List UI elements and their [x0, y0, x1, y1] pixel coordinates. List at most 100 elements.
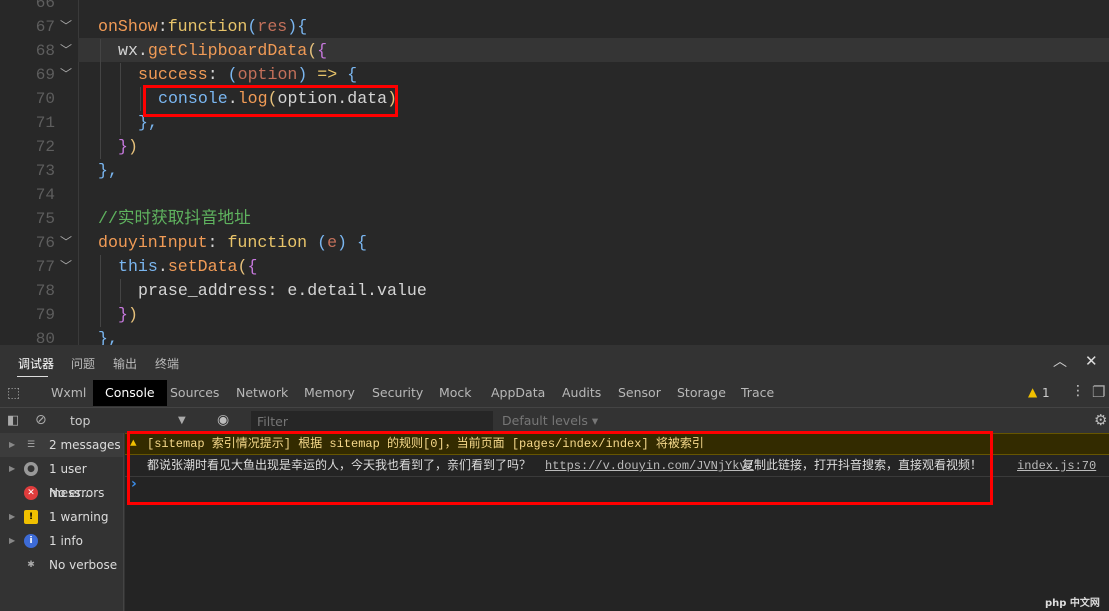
code-token: function	[167, 17, 248, 36]
source-link[interactable]: index.js:70	[1017, 455, 1096, 477]
code-token: //实时获取抖音地址	[98, 209, 251, 228]
line-number: 76	[35, 234, 55, 252]
tab-audits[interactable]: Audits	[550, 380, 613, 406]
sidebar-item[interactable]: ✕ No errors	[0, 481, 123, 505]
line-number: 79	[35, 306, 55, 324]
line-number: 75	[35, 210, 55, 228]
tab-memory[interactable]: Memory	[292, 380, 367, 406]
code-token: onShow	[98, 17, 158, 36]
code-token: {	[337, 65, 358, 84]
sidebar-item-label: 1 warning	[49, 510, 109, 524]
indent-guide	[100, 87, 101, 111]
tab-output[interactable]: 输出	[113, 355, 137, 372]
code-token: wx.	[118, 41, 148, 60]
sidebar-item-label: No verbose	[49, 558, 118, 572]
close-icon[interactable]: ✕	[1085, 352, 1098, 370]
clear-console-icon[interactable]: ⊘	[35, 408, 47, 433]
code-line: success: (option) => {	[138, 63, 357, 87]
warning-count[interactable]: 1	[1042, 386, 1050, 400]
log-levels-dropdown[interactable]: Default levels ▾	[502, 408, 598, 433]
sidebar-item[interactable]: ▶! 1 warning	[0, 505, 123, 529]
tab-debugger[interactable]: 调试器	[18, 355, 54, 372]
code-token: (	[247, 17, 258, 36]
code-token: },	[98, 161, 118, 180]
filter-input[interactable]	[251, 411, 493, 431]
code-token: ){	[287, 17, 308, 36]
tab-console[interactable]: Console	[93, 380, 167, 406]
fold-chevron-icon[interactable]: ﹀	[60, 17, 72, 34]
sidebar-toggle-icon[interactable]: ◧	[7, 408, 19, 433]
tab-mock[interactable]: Mock	[427, 380, 484, 406]
line-number: 67	[35, 18, 55, 36]
tab-network[interactable]: Network	[224, 380, 300, 406]
tab-security[interactable]: Security	[360, 380, 435, 406]
expand-arrow-icon[interactable]: ▶	[9, 505, 15, 529]
code-token: e	[327, 233, 338, 252]
watermark-logo: php 中文网	[1045, 598, 1100, 609]
tab-sensor[interactable]: Sensor	[606, 380, 673, 406]
tab-terminal[interactable]: 终端	[155, 355, 179, 372]
fold-chevron-icon[interactable]: ﹀	[60, 257, 72, 274]
code-token: prase_address	[138, 281, 268, 300]
line-number: 78	[35, 282, 55, 300]
more-icon[interactable]: ⋮	[1071, 383, 1085, 399]
indent-guide	[120, 63, 121, 87]
code-token: :	[157, 17, 168, 36]
code-line: prase_address: e.detail.value	[138, 279, 427, 303]
code-token: (	[227, 65, 238, 84]
code-line: //实时获取抖音地址	[98, 207, 251, 231]
expand-arrow-icon[interactable]: ▶	[9, 529, 15, 553]
code-token: option	[237, 65, 298, 84]
code-token: }	[118, 305, 128, 324]
tab-storage[interactable]: Storage	[665, 380, 738, 406]
code-line: wx.getClipboardData({	[118, 39, 327, 63]
line-number: 68	[35, 42, 55, 60]
sidebar-item-label: 1 info	[49, 534, 83, 548]
code-token: )	[127, 305, 138, 324]
code-line: douyinInput: function (e) {	[98, 231, 367, 255]
console-sidebar: ▶ ☰ 2 messages ▶ ● 1 user mess... ✕ No errors ▶!…	[0, 433, 124, 611]
active-tab-underline	[17, 376, 48, 377]
dock-icon[interactable]: ❐	[1092, 383, 1105, 401]
code-editor[interactable]: onShow:function(res){wx.getClipboardData…	[0, 0, 1109, 345]
tab-problems[interactable]: 问题	[71, 355, 95, 372]
fold-chevron-icon[interactable]: ﹀	[60, 41, 72, 58]
expand-arrow-icon[interactable]: ▶	[9, 433, 15, 457]
tab-trace[interactable]: Trace	[729, 380, 786, 406]
inspect-element-icon[interactable]: ⬚	[7, 385, 20, 401]
line-number: 80	[35, 330, 55, 345]
code-token: function	[227, 233, 308, 252]
collapse-icon[interactable]: ︿	[1053, 351, 1067, 371]
gear-icon[interactable]: ⚙	[1094, 408, 1107, 433]
sidebar-item-label: No errors	[49, 486, 105, 500]
tab-appdata[interactable]: AppData	[479, 380, 557, 406]
debug-panel: 调试器 问题 输出 终端 ︿ ✕ ⬚ Wxml Console Sources Net…	[0, 345, 1109, 611]
eye-icon[interactable]: ◉	[217, 408, 229, 433]
code-token: :	[207, 233, 228, 252]
code-token: this	[118, 257, 158, 276]
user-icon: ●	[24, 462, 38, 476]
tab-sources[interactable]: Sources	[158, 380, 231, 406]
code-token: {	[247, 257, 258, 276]
sidebar-item[interactable]: ▶ ☰ 2 messages	[0, 433, 123, 457]
sidebar-item[interactable]: ▶ i 1 info	[0, 529, 123, 553]
context-select[interactable]: top	[70, 408, 90, 433]
indent-guide	[100, 111, 101, 135]
warning-icon[interactable]: ▲	[1028, 385, 1037, 399]
sidebar-item[interactable]: ▶ ● 1 user mess...	[0, 457, 123, 500]
fold-chevron-icon[interactable]: ﹀	[60, 233, 72, 250]
fold-chevron-icon[interactable]: ﹀	[60, 65, 72, 82]
indent-guide	[120, 111, 121, 135]
code-token: =>	[317, 65, 338, 84]
tab-wxml[interactable]: Wxml	[39, 380, 98, 406]
list-icon: ☰	[26, 440, 36, 450]
line-number: 66	[35, 0, 55, 12]
line-number: 69	[35, 66, 55, 84]
warning-icon: !	[24, 510, 38, 524]
code-token: )	[127, 137, 138, 156]
code-token: (	[307, 233, 328, 252]
chevron-down-icon[interactable]: ▼	[178, 408, 186, 433]
expand-arrow-icon[interactable]: ▶	[9, 457, 15, 481]
sidebar-item[interactable]: ✱ No verbose	[0, 553, 123, 577]
code-token: },	[98, 329, 118, 345]
